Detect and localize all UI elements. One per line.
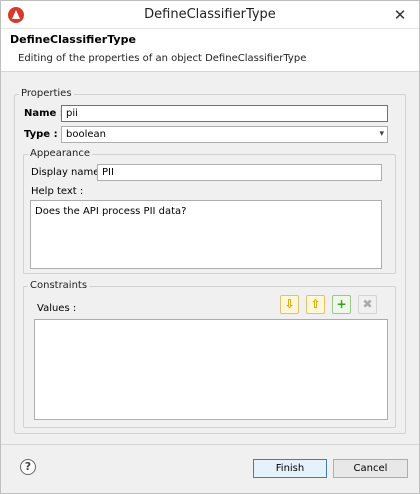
finish-button[interactable]: Finish: [253, 459, 327, 478]
move-down-icon[interactable]: ⇩: [280, 295, 299, 314]
dialog-window: DefineClassifierType ✕ DefineClassifierT…: [0, 0, 420, 494]
values-list[interactable]: [34, 319, 388, 420]
title-bar[interactable]: DefineClassifierType ✕: [1, 1, 419, 29]
values-label: Values :: [37, 303, 77, 314]
display-name-field[interactable]: PII: [97, 164, 382, 181]
move-up-icon[interactable]: ⇧: [306, 295, 325, 314]
constraints-group-label: Constraints: [28, 280, 90, 291]
help-text-area[interactable]: Does the API process PII data?: [30, 200, 382, 269]
remove-icon[interactable]: ✖: [358, 295, 377, 314]
help-icon[interactable]: ?: [20, 459, 36, 475]
type-label: Type :: [24, 129, 58, 140]
name-field[interactable]: pii: [61, 105, 388, 122]
header-description: Editing of the properties of an object D…: [18, 53, 307, 64]
properties-group-label: Properties: [19, 88, 74, 99]
close-icon[interactable]: ✕: [390, 6, 410, 24]
name-label: Name :: [24, 108, 64, 119]
help-text-label: Help text :: [31, 186, 84, 197]
cancel-button[interactable]: Cancel: [333, 459, 408, 478]
add-icon[interactable]: +: [332, 295, 351, 314]
type-select[interactable]: boolean ▾: [61, 126, 388, 143]
header-title: DefineClassifierType: [10, 33, 136, 46]
dialog-header: DefineClassifierType Editing of the prop…: [1, 29, 419, 72]
chevron-down-icon: ▾: [379, 129, 384, 139]
display-name-label: Display name :: [31, 167, 106, 178]
appearance-group-label: Appearance: [28, 148, 93, 159]
type-select-value: boolean: [66, 129, 106, 140]
window-title: DefineClassifierType: [144, 7, 276, 22]
footer-divider: [1, 444, 419, 445]
